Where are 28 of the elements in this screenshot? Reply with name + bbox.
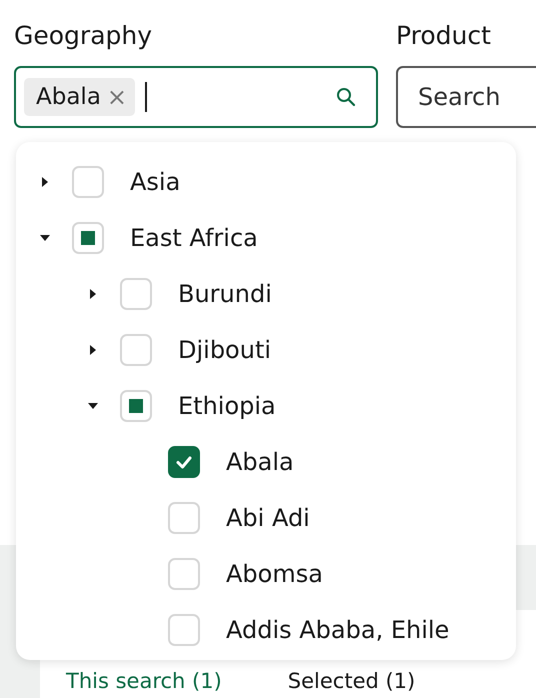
tree-item-label[interactable]: Abi Adi xyxy=(226,504,310,532)
field-label: Product xyxy=(396,20,492,52)
expand-icon[interactable] xyxy=(88,345,98,355)
field-label: Geography xyxy=(14,20,154,52)
tree-item-label[interactable]: East Africa xyxy=(130,224,258,252)
partial-mark xyxy=(129,399,143,413)
collapse-icon[interactable] xyxy=(40,233,50,243)
partial-mark xyxy=(81,231,95,245)
remove-button[interactable]: × xyxy=(106,85,128,109)
results-tab[interactable]: Selected (1) xyxy=(288,668,416,694)
text-cursor xyxy=(145,82,148,112)
tree-item-label[interactable]: Asia xyxy=(130,168,180,196)
search-field[interactable]: Abala × xyxy=(14,66,378,128)
checkbox[interactable] xyxy=(168,446,200,478)
search-icon[interactable] xyxy=(336,87,356,107)
tree-item-label[interactable]: Burundi xyxy=(178,280,272,308)
tree-item-label[interactable]: Abala xyxy=(226,448,294,476)
search-field[interactable]: Search xyxy=(396,66,536,128)
collapse-icon[interactable] xyxy=(88,401,98,411)
tree-item-label[interactable]: Abomsa xyxy=(226,560,323,588)
results-tab[interactable]: This search (1) xyxy=(66,668,222,694)
chip-label: Abala xyxy=(36,84,101,110)
expand-icon[interactable] xyxy=(88,289,98,299)
placeholder: Search xyxy=(417,83,500,111)
tree-item-label[interactable]: Ethiopia xyxy=(178,392,276,420)
tree-item-label[interactable]: Addis Ababa, Ehile xyxy=(226,616,450,644)
expand-icon[interactable] xyxy=(40,177,50,187)
tree-item-label[interactable]: Djibouti xyxy=(178,336,272,364)
